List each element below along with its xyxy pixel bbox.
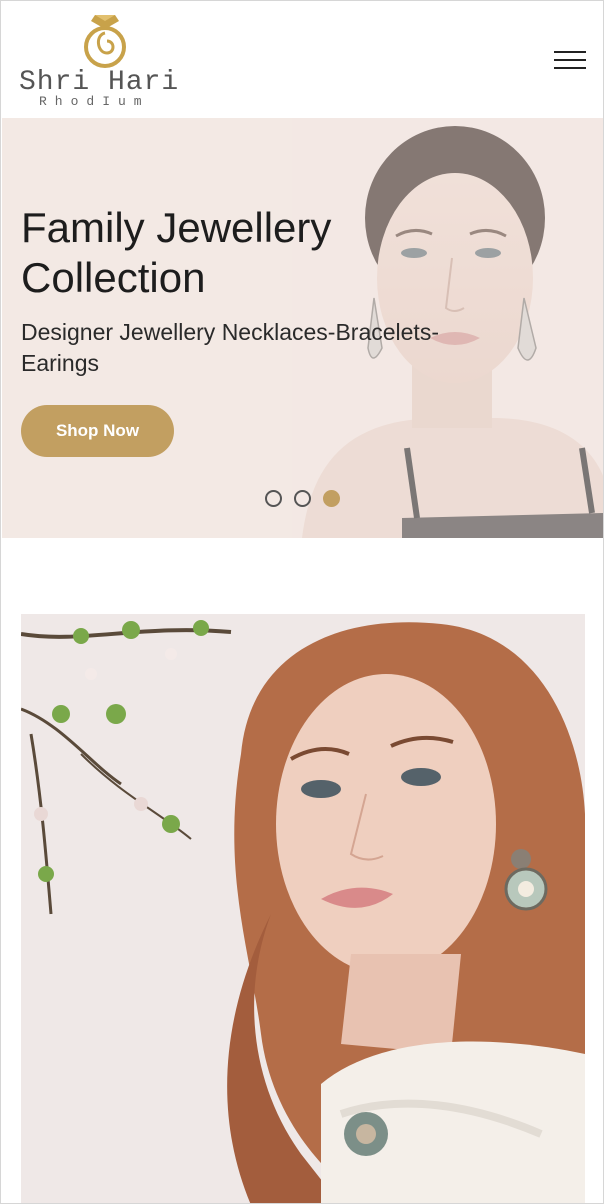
hero-slider: Family Jewellery Collection Designer Jew… xyxy=(2,118,603,538)
brand-name: Shri Hari xyxy=(19,67,180,98)
slider-dot-3[interactable] xyxy=(323,490,340,507)
hamburger-menu-icon[interactable] xyxy=(554,49,586,73)
hero-text-block: Family Jewellery Collection Designer Jew… xyxy=(21,203,441,379)
hero-subtitle: Designer Jewellery Necklaces-Bracelets-E… xyxy=(21,319,439,376)
page-frame: Shri Hari RhodIum Family Jewellery Colle… xyxy=(0,0,604,1204)
brand-subtitle: RhodIum xyxy=(39,94,150,109)
shop-now-button[interactable]: Shop Now xyxy=(21,405,174,457)
slider-dot-2[interactable] xyxy=(294,490,311,507)
hero-title: Family Jewellery Collection xyxy=(21,204,332,301)
feature-image-section xyxy=(21,614,585,1203)
ring-logo-icon xyxy=(84,15,126,68)
slider-dot-1[interactable] xyxy=(265,490,282,507)
site-header: Shri Hari RhodIum xyxy=(1,1,603,118)
woman-with-earrings-image xyxy=(21,614,585,1203)
brand-logo[interactable]: Shri Hari RhodIum xyxy=(19,13,191,109)
